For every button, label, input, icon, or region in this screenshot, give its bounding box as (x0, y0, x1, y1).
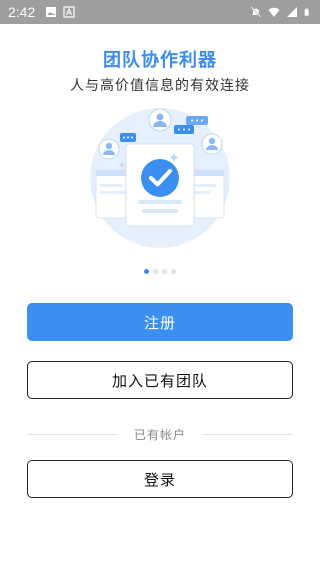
bell-off-icon (250, 6, 262, 18)
login-button[interactable]: 登录 (27, 460, 293, 498)
avatar-icon (201, 133, 223, 155)
carousel-dot[interactable] (144, 269, 149, 274)
divider-label: 已有帐户 (134, 428, 187, 442)
signal-icon (287, 7, 297, 17)
account-divider: 已有帐户 (27, 426, 294, 443)
wifi-icon (268, 7, 280, 17)
avatar-icon (148, 108, 172, 132)
carousel-dot[interactable] (171, 269, 176, 274)
status-bar: 2:42 (0, 0, 320, 24)
chat-bubble-icon (120, 133, 136, 142)
register-button[interactable]: 注册 (27, 303, 293, 341)
carousel-indicator (0, 269, 320, 274)
chat-bubble-icon (186, 116, 208, 125)
page-subtitle: 人与高价值信息的有效连接 (70, 78, 250, 94)
battery-icon (304, 8, 309, 16)
carousel-dot[interactable] (162, 269, 167, 274)
status-time: 2:42 (8, 4, 36, 20)
onboarding-illustration (90, 108, 230, 248)
chat-bubble-icon (174, 125, 194, 134)
page-title: 团队协作利器 (103, 50, 217, 71)
divider-line (27, 434, 118, 435)
avatar-icon (98, 138, 120, 160)
image-icon (46, 7, 57, 17)
carousel-dot[interactable] (153, 269, 158, 274)
check-circle-icon (141, 159, 179, 197)
divider-line (202, 434, 294, 435)
join-team-button[interactable]: 加入已有团队 (27, 361, 293, 399)
a-icon (63, 6, 75, 18)
